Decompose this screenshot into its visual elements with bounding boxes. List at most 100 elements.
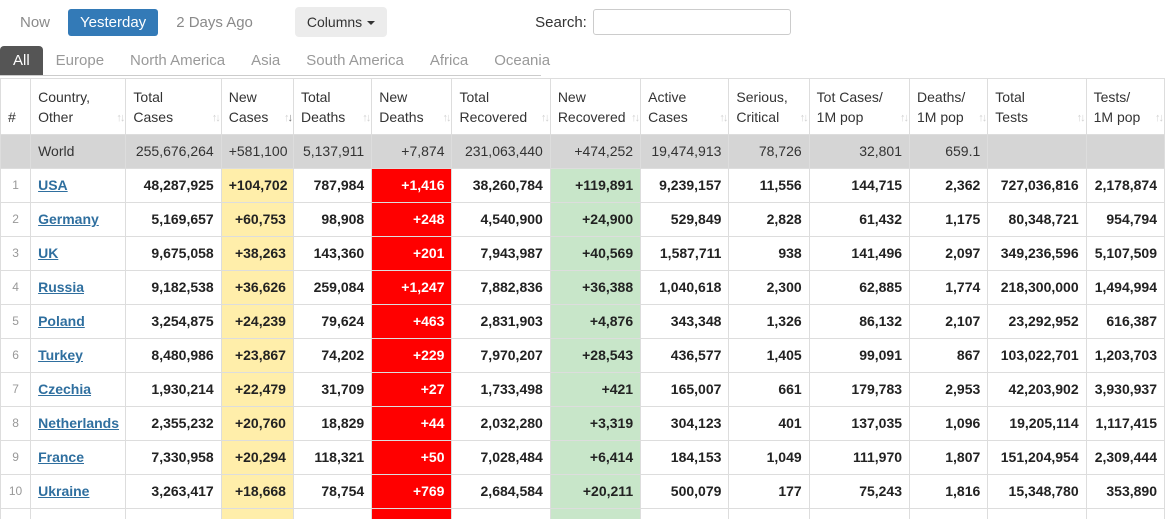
columns-button[interactable]: Columns [295, 7, 387, 37]
column-header-total_tests[interactable]: TotalTests↑↓ [988, 79, 1086, 135]
continent-tab-africa[interactable]: Africa [417, 46, 481, 75]
row-rank: 9 [1, 441, 31, 475]
total_recovered-cell: 1,733,498 [452, 373, 550, 407]
sort-icon: ↑↓ [212, 112, 219, 124]
total_deaths-cell: 143,360 [293, 237, 371, 271]
country-link-turkey[interactable]: Turkey [38, 347, 83, 363]
column-header-serious_critical[interactable]: Serious,Critical↑↓ [729, 79, 809, 135]
time-tabs: NowYesterday2 Days Ago [8, 9, 271, 36]
total_recovered-cell: 2,032,280 [452, 407, 550, 441]
time-tab-yesterday[interactable]: Yesterday [68, 9, 158, 36]
search-group: Search: [535, 9, 791, 35]
continent-tab-north-america[interactable]: North America [117, 46, 238, 75]
new_deaths-cell: +769 [372, 475, 452, 509]
new_recovered-cell: +474,252 [550, 135, 640, 169]
deaths_per_1m-cell: 2,107 [910, 305, 988, 339]
cases_per_1m-cell: 75,243 [809, 475, 909, 509]
sort-icon: ↑↓ [900, 112, 907, 124]
sort-icon: ↑↓ [1077, 112, 1084, 124]
column-header-total_recovered[interactable]: TotalRecovered↑↓ [452, 79, 550, 135]
country-link-usa[interactable]: USA [38, 177, 68, 193]
total_deaths-cell: 18,829 [293, 407, 371, 441]
new_deaths-cell: +50 [372, 441, 452, 475]
total_deaths-cell: 259,084 [293, 271, 371, 305]
total_cases-cell: 255,676,264 [126, 135, 221, 169]
columns-button-label: Columns [307, 14, 362, 30]
column-header-new_recovered[interactable]: NewRecovered↑↓ [550, 79, 640, 135]
active_cases-cell: 529,849 [641, 203, 729, 237]
total_cases-cell: 3,263,417 [126, 475, 221, 509]
total_cases-cell: 3,254,875 [126, 305, 221, 339]
cases_per_1m-cell: 144,715 [809, 169, 909, 203]
column-header-country[interactable]: Country,Other↑↓ [31, 79, 126, 135]
country-link-uk[interactable]: UK [38, 245, 58, 261]
deaths_per_1m-cell: 659.1 [910, 135, 988, 169]
total_tests-cell: 42,203,902 [988, 373, 1086, 407]
serious_critical-cell: 1,405 [729, 339, 809, 373]
country-link-netherlands[interactable]: Netherlands [38, 415, 119, 431]
new_deaths-cell: +248 [372, 203, 452, 237]
deaths_per_1m-cell: 867 [910, 339, 988, 373]
new_deaths-cell: +7,874 [372, 135, 452, 169]
continent-tab-oceania[interactable]: Oceania [481, 46, 563, 75]
sort-icon: ↑↓ [116, 112, 123, 124]
new_recovered-cell: +4,876 [550, 305, 640, 339]
country-link-germany[interactable]: Germany [38, 211, 99, 227]
continent-tab-all[interactable]: All [0, 46, 43, 75]
sort-icon: ↑↓ [978, 112, 985, 124]
deaths_per_1m-cell: 2,362 [910, 169, 988, 203]
total_deaths-cell: 31,709 [293, 373, 371, 407]
tests_per_1m-cell: 2,309,444 [1086, 441, 1164, 475]
active_cases-cell: 9,239,157 [641, 169, 729, 203]
column-header-deaths_per_1m[interactable]: Deaths/1M pop↑↓ [910, 79, 988, 135]
column-header-active_cases[interactable]: ActiveCases↑↓ [641, 79, 729, 135]
new_recovered-cell: +6,414 [550, 441, 640, 475]
total_cases-cell: 9,182,538 [126, 271, 221, 305]
time-tab-2-days-ago[interactable]: 2 Days Ago [164, 9, 265, 36]
active_cases-cell: 165,007 [641, 373, 729, 407]
covid-stats-page: NowYesterday2 Days Ago Columns Search: A… [0, 0, 1170, 519]
tests_per_1m-cell: 3,930,937 [1086, 373, 1164, 407]
sort-icon: ↑↓ [1155, 112, 1162, 124]
country-link-poland[interactable]: Poland [38, 313, 85, 329]
partial-row [1, 509, 1165, 519]
total_cases-cell: 8,480,986 [126, 339, 221, 373]
total_recovered-cell: 7,943,987 [452, 237, 550, 271]
country-link-ukraine[interactable]: Ukraine [38, 483, 89, 499]
total_tests-cell: 151,204,954 [988, 441, 1086, 475]
column-header-tests_per_1m[interactable]: Tests/1M pop↑↓ [1086, 79, 1164, 135]
new_deaths-cell: +27 [372, 373, 452, 407]
column-header-new_deaths[interactable]: NewDeaths↑↓ [372, 79, 452, 135]
column-header-new_cases[interactable]: NewCases↑↓ [221, 79, 293, 135]
time-tab-now[interactable]: Now [8, 9, 62, 36]
continent-tab-south-america[interactable]: South America [293, 46, 417, 75]
new_cases-cell: +36,626 [221, 271, 293, 305]
tests_per_1m-cell: 1,117,415 [1086, 407, 1164, 441]
country-row-poland: 5Poland3,254,875+24,23979,624+4632,831,9… [1, 305, 1165, 339]
tests_per_1m-cell: 1,203,703 [1086, 339, 1164, 373]
column-header-total_cases[interactable]: TotalCases↑↓ [126, 79, 221, 135]
new_cases-cell: +22,479 [221, 373, 293, 407]
cases_per_1m-cell: 86,132 [809, 305, 909, 339]
column-header-total_deaths[interactable]: TotalDeaths↑↓ [293, 79, 371, 135]
country-link-france[interactable]: France [38, 449, 84, 465]
continent-tab-asia[interactable]: Asia [238, 46, 293, 75]
deaths_per_1m-cell: 1,175 [910, 203, 988, 237]
column-header-cases_per_1m[interactable]: Tot Cases/1M pop↑↓ [809, 79, 909, 135]
serious_critical-cell: 938 [729, 237, 809, 271]
active_cases-cell: 1,040,618 [641, 271, 729, 305]
country-link-czechia[interactable]: Czechia [38, 381, 91, 397]
total_recovered-cell: 2,831,903 [452, 305, 550, 339]
cases_per_1m-cell: 61,432 [809, 203, 909, 237]
deaths_per_1m-cell: 1,774 [910, 271, 988, 305]
search-input[interactable] [593, 9, 791, 35]
total_deaths-cell: 118,321 [293, 441, 371, 475]
row-rank: 6 [1, 339, 31, 373]
continent-tab-europe[interactable]: Europe [43, 46, 117, 75]
country-link-russia[interactable]: Russia [38, 279, 84, 295]
new_cases-cell: +20,760 [221, 407, 293, 441]
toolbar: NowYesterday2 Days Ago Columns Search: [0, 0, 1170, 42]
new_cases-cell: +23,867 [221, 339, 293, 373]
active_cases-cell: 343,348 [641, 305, 729, 339]
serious_critical-cell: 177 [729, 475, 809, 509]
